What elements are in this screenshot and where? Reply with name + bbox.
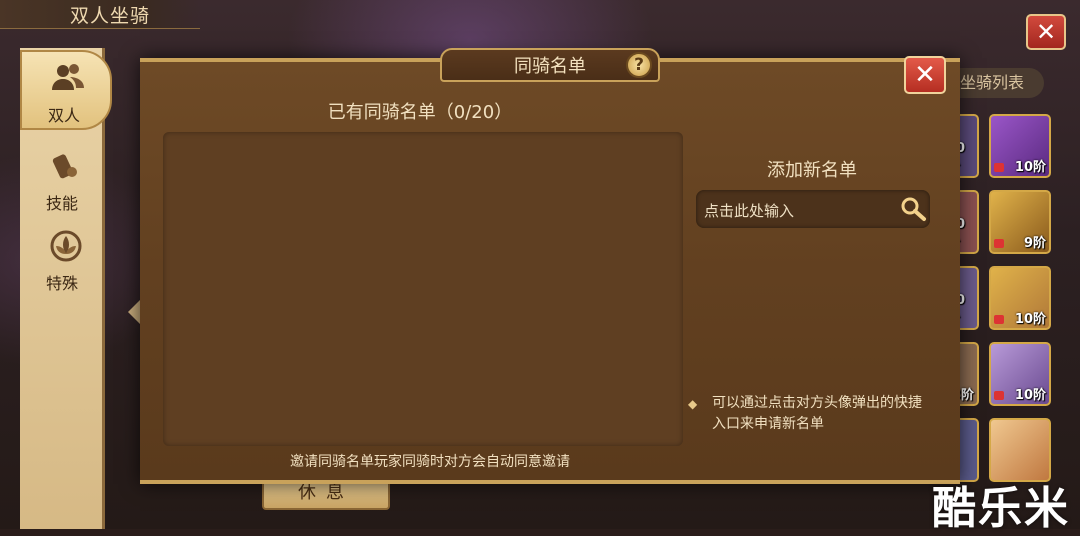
tab-special[interactable]: 特殊 xyxy=(20,220,112,300)
add-list-title: 添加新名单 xyxy=(767,160,857,181)
tab-label: 双人 xyxy=(47,106,80,125)
mount-cell[interactable]: 10阶 xyxy=(989,114,1051,178)
lotus-icon xyxy=(48,228,84,264)
tab-skill[interactable]: 技能 xyxy=(20,140,112,220)
tab-label: 技能 xyxy=(45,194,78,213)
side-tab-bar: 双人 技能 特殊 xyxy=(20,48,112,529)
lock-icon xyxy=(994,163,1004,172)
main-close-button[interactable]: ✕ xyxy=(1026,14,1066,50)
mount-cell[interactable]: 9阶 xyxy=(989,190,1051,254)
tip-text: 可以通过点击对方头像弹出的快捷入口来申请新名单 xyxy=(712,395,922,432)
people-icon xyxy=(50,60,86,96)
help-icon[interactable]: ? xyxy=(626,52,652,78)
page-title: 双人坐骑 xyxy=(70,5,151,27)
ride-list-title: 已有同骑名单（0/20） xyxy=(327,102,513,123)
mount-cell[interactable]: 10阶 xyxy=(989,342,1051,406)
search-placeholder[interactable]: 点击此处输入 xyxy=(704,200,794,221)
scroll-icon xyxy=(48,148,84,184)
tab-double[interactable]: 双人 xyxy=(20,50,112,130)
lock-icon xyxy=(994,391,1004,400)
lock-icon xyxy=(994,315,1004,324)
mount-cell[interactable]: 10阶 xyxy=(989,266,1051,330)
search-icon[interactable] xyxy=(898,194,928,224)
diamond-bullet-icon: ◆ xyxy=(688,397,698,411)
dialog-close-button[interactable]: ✕ xyxy=(904,56,946,94)
footer-note: 邀请同骑名单玩家同骑时对方会自动同意邀请 xyxy=(290,454,570,470)
lock-icon xyxy=(994,239,1004,248)
watermark-logo: 酷乐米 xyxy=(932,483,1070,534)
ride-list-box[interactable] xyxy=(163,132,683,446)
tab-label: 特殊 xyxy=(45,274,78,293)
